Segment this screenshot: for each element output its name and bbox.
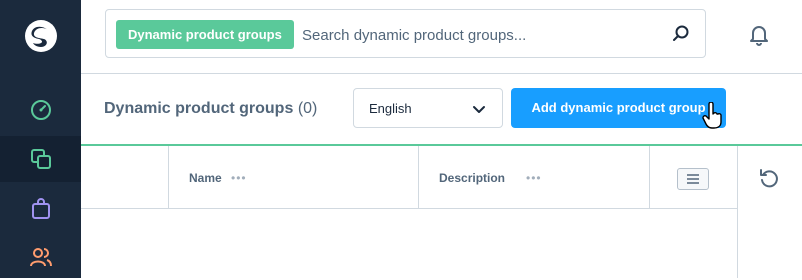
content-area: Name ••• Description •••: [81, 144, 802, 278]
language-value: English: [369, 101, 412, 116]
column-menu-icon[interactable]: •••: [526, 171, 542, 185]
search-bar-area: Dynamic product groups: [81, 0, 802, 74]
smart-bar: Dynamic product groups (0) English Add d…: [81, 74, 802, 144]
hand-cursor-icon: [702, 102, 722, 129]
chevron-down-icon: [473, 106, 485, 113]
shopping-bag-icon: [31, 198, 50, 219]
page-title-count: (0): [297, 100, 318, 117]
search-type-tag[interactable]: Dynamic product groups: [116, 20, 294, 49]
column-header-name[interactable]: Name •••: [169, 146, 419, 209]
column-header-description[interactable]: Description •••: [419, 146, 650, 209]
content-sidebar: [737, 146, 802, 278]
sidebar-item-catalogues[interactable]: [0, 136, 81, 182]
search-icon[interactable]: [671, 24, 691, 44]
sidebar-item-dashboard[interactable]: [0, 87, 81, 133]
grid-select-column: [81, 146, 169, 209]
notifications-bell-icon[interactable]: [747, 22, 771, 46]
column-label: Description: [439, 171, 506, 185]
add-dynamic-product-group-button[interactable]: Add dynamic product group: [511, 88, 726, 128]
column-menu-icon[interactable]: •••: [231, 171, 247, 185]
grid-settings-column: [650, 146, 737, 209]
sidebar-item-customers[interactable]: [0, 234, 81, 280]
shopware-logo[interactable]: [22, 17, 60, 55]
language-switch[interactable]: English: [353, 88, 503, 128]
customers-icon: [29, 248, 52, 267]
search-input[interactable]: [302, 22, 672, 48]
entity-grid: Name ••• Description •••: [81, 146, 737, 278]
refresh-icon[interactable]: [758, 167, 780, 189]
page-title-text: Dynamic product groups: [104, 100, 294, 117]
page-title: Dynamic product groups (0): [104, 100, 317, 118]
list-menu-icon: [687, 174, 699, 184]
column-label: Name: [189, 171, 222, 185]
grid-header: Name ••• Description •••: [81, 146, 737, 209]
catalogues-icon: [30, 149, 51, 169]
sidebar-item-orders[interactable]: [0, 186, 81, 232]
grid-settings-button[interactable]: [677, 168, 709, 190]
admin-sidebar: [0, 0, 81, 278]
dashboard-icon: [30, 100, 51, 120]
global-search[interactable]: Dynamic product groups: [105, 9, 706, 58]
